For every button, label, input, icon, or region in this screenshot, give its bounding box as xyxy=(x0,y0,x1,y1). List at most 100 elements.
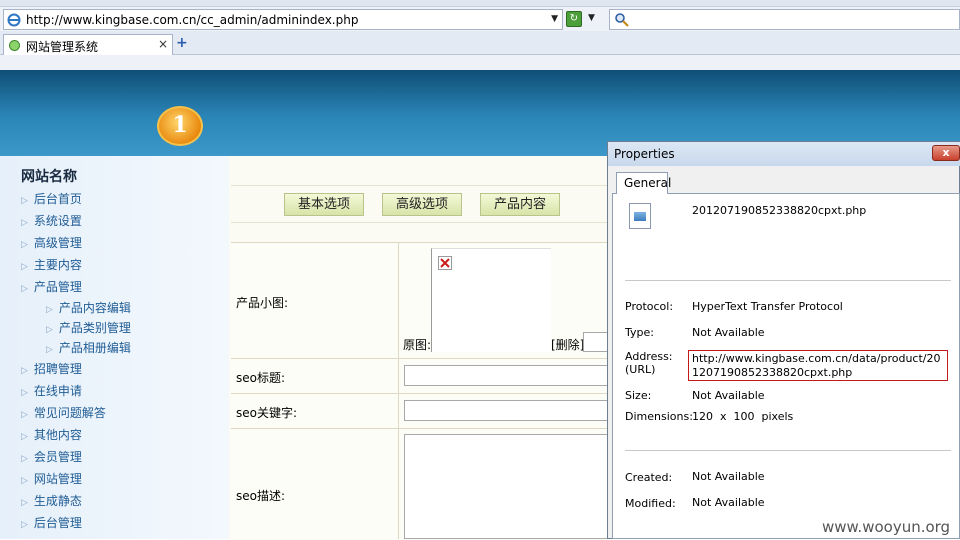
new-tab-button[interactable]: + xyxy=(176,35,188,51)
divider xyxy=(625,450,951,451)
dialog-titlebar[interactable]: Properties xyxy=(608,142,960,166)
tab-page-icon xyxy=(9,40,20,51)
sidebar-item-admin[interactable]: ▷ 后台管理 xyxy=(21,514,82,531)
sidebar-item-online-apply[interactable]: ▷ 在线申请 xyxy=(21,382,82,399)
browser-top-strip xyxy=(0,0,960,7)
tab-advanced-options[interactable]: 高级选项 xyxy=(382,193,462,216)
dimensions-value: 120 x 100 pixels xyxy=(692,410,794,423)
sidebar-item-label: 在线申请 xyxy=(33,384,82,398)
watermark: www.wooyun.org xyxy=(822,518,951,536)
bullet-triangle-icon: ▷ xyxy=(21,520,28,530)
seo-title-label: seo标题: xyxy=(236,371,286,385)
tab-title: 网站管理系统 xyxy=(26,40,99,54)
tab-general[interactable]: General xyxy=(616,172,672,194)
bullet-triangle-icon: ▷ xyxy=(21,218,28,228)
sidebar-item-products[interactable]: ▷ 产品管理 xyxy=(21,278,82,295)
seo-title-input[interactable] xyxy=(404,365,609,386)
bullet-triangle-icon: ▷ xyxy=(21,388,28,398)
bullet-triangle-icon: ▷ xyxy=(21,240,28,250)
sidebar-item-home[interactable]: ▷ 后台首页 xyxy=(21,190,82,207)
tab-close-icon[interactable]: × xyxy=(158,37,168,51)
bullet-triangle-icon: ▷ xyxy=(21,284,28,294)
go-dropdown-icon[interactable]: ▼ xyxy=(588,13,595,23)
address-dropdown-icon[interactable]: ▼ xyxy=(551,14,558,24)
address-label-url: (URL) xyxy=(625,363,656,376)
image-preview xyxy=(431,248,551,352)
dialog-close-button[interactable]: x xyxy=(932,145,960,161)
sidebar-item-site-management[interactable]: ▷ 网站管理 xyxy=(21,470,82,487)
file-name: 201207190852338820cpxt.php xyxy=(692,204,867,217)
type-value: Not Available xyxy=(692,326,765,339)
original-image-label: 原图: xyxy=(403,338,432,352)
search-box[interactable] xyxy=(609,9,960,30)
sidebar-item-advanced[interactable]: ▷ 高级管理 xyxy=(21,234,82,251)
site-logo: 1 xyxy=(157,106,203,146)
sidebar-item-label: 产品类别管理 xyxy=(58,321,131,335)
sidebar-title: 网站名称 xyxy=(21,169,77,185)
sidebar-item-label: 招聘管理 xyxy=(33,362,82,376)
file-icon xyxy=(629,203,651,229)
tab-product-content[interactable]: 产品内容 xyxy=(480,193,560,216)
bullet-triangle-icon: ▷ xyxy=(21,432,28,442)
delete-image-link[interactable]: [删除] xyxy=(551,336,584,353)
sidebar-item-generate-static[interactable]: ▷ 生成静态 xyxy=(21,492,82,509)
bullet-triangle-icon: ▷ xyxy=(21,366,28,376)
size-value: Not Available xyxy=(692,389,765,402)
address-value[interactable]: http://www.kingbase.com.cn/data/product/… xyxy=(688,350,948,381)
sidebar-item-label: 产品内容编辑 xyxy=(58,301,131,315)
logo-text: 1 xyxy=(172,112,188,138)
sidebar-item-recruitment[interactable]: ▷ 招聘管理 xyxy=(21,360,82,377)
sidebar-item-label: 其他内容 xyxy=(33,428,82,442)
sidebar-item-faq[interactable]: ▷ 常见问题解答 xyxy=(21,404,106,421)
protocol-value: HyperText Transfer Protocol xyxy=(692,300,843,313)
size-label: Size: xyxy=(625,389,652,402)
search-icon xyxy=(615,13,629,27)
small-image-label: 产品小图: xyxy=(236,296,289,310)
address-bar[interactable]: http://www.kingbase.com.cn/cc_admin/admi… xyxy=(3,9,563,30)
sidebar-item-label: 产品相册编辑 xyxy=(58,341,131,355)
address-label: Address: xyxy=(625,350,673,363)
bullet-triangle-icon: ▷ xyxy=(21,498,28,508)
dialog-title: Properties xyxy=(614,147,675,161)
image-path-input[interactable] xyxy=(583,332,609,352)
dimensions-label: Dimensions: xyxy=(625,410,693,423)
modified-value: Not Available xyxy=(692,496,765,509)
bullet-triangle-icon: ▷ xyxy=(21,476,28,486)
column-divider xyxy=(398,242,399,539)
sidebar-item-label: 会员管理 xyxy=(33,450,82,464)
sidebar-item-system-settings[interactable]: ▷ 系统设置 xyxy=(21,212,82,229)
sidebar-item-members[interactable]: ▷ 会员管理 xyxy=(21,448,82,465)
refresh-go-button[interactable]: ↻ xyxy=(566,11,582,27)
bullet-triangle-icon: ▷ xyxy=(46,305,53,315)
bullet-triangle-icon: ▷ xyxy=(46,325,53,335)
sidebar-item-label: 网站管理 xyxy=(33,472,82,486)
sidebar-item-label: 生成静态 xyxy=(33,494,82,508)
sidebar-item-label: 后台管理 xyxy=(33,516,82,530)
type-label: Type: xyxy=(625,326,654,339)
seo-desc-textarea[interactable] xyxy=(404,434,609,539)
sidebar-subitem-product-album[interactable]: ▷ 产品相册编辑 xyxy=(46,339,131,356)
sidebar-item-label: 常见问题解答 xyxy=(33,406,106,420)
sidebar-item-main-content[interactable]: ▷ 主要内容 xyxy=(21,256,82,273)
sidebar-item-label: 产品管理 xyxy=(33,280,82,294)
tab-basic-options[interactable]: 基本选项 xyxy=(284,193,364,216)
bullet-triangle-icon: ▷ xyxy=(46,345,53,355)
seo-keywords-input[interactable] xyxy=(404,400,609,421)
bullet-triangle-icon: ▷ xyxy=(21,196,28,206)
sidebar-item-label: 主要内容 xyxy=(33,258,82,272)
address-text: http://www.kingbase.com.cn/cc_admin/admi… xyxy=(26,13,359,27)
bullet-triangle-icon: ▷ xyxy=(21,454,28,464)
seo-desc-label: seo描述: xyxy=(236,489,286,503)
sidebar-subitem-product-edit[interactable]: ▷ 产品内容编辑 xyxy=(46,299,131,316)
modified-label: Modified: xyxy=(625,497,676,510)
sidebar-item-label: 系统设置 xyxy=(33,214,82,228)
sidebar-item-label: 后台首页 xyxy=(33,192,82,206)
tab-general-label: General xyxy=(624,176,672,190)
browser-tab[interactable]: 网站管理系统 × xyxy=(3,34,173,55)
bullet-triangle-icon: ▷ xyxy=(21,410,28,420)
seo-keywords-label: seo关键字: xyxy=(236,406,298,420)
sidebar-subitem-product-category[interactable]: ▷ 产品类别管理 xyxy=(46,319,131,336)
sidebar-item-other-content[interactable]: ▷ 其他内容 xyxy=(21,426,82,443)
broken-image-icon xyxy=(438,256,452,270)
protocol-label: Protocol: xyxy=(625,300,674,313)
